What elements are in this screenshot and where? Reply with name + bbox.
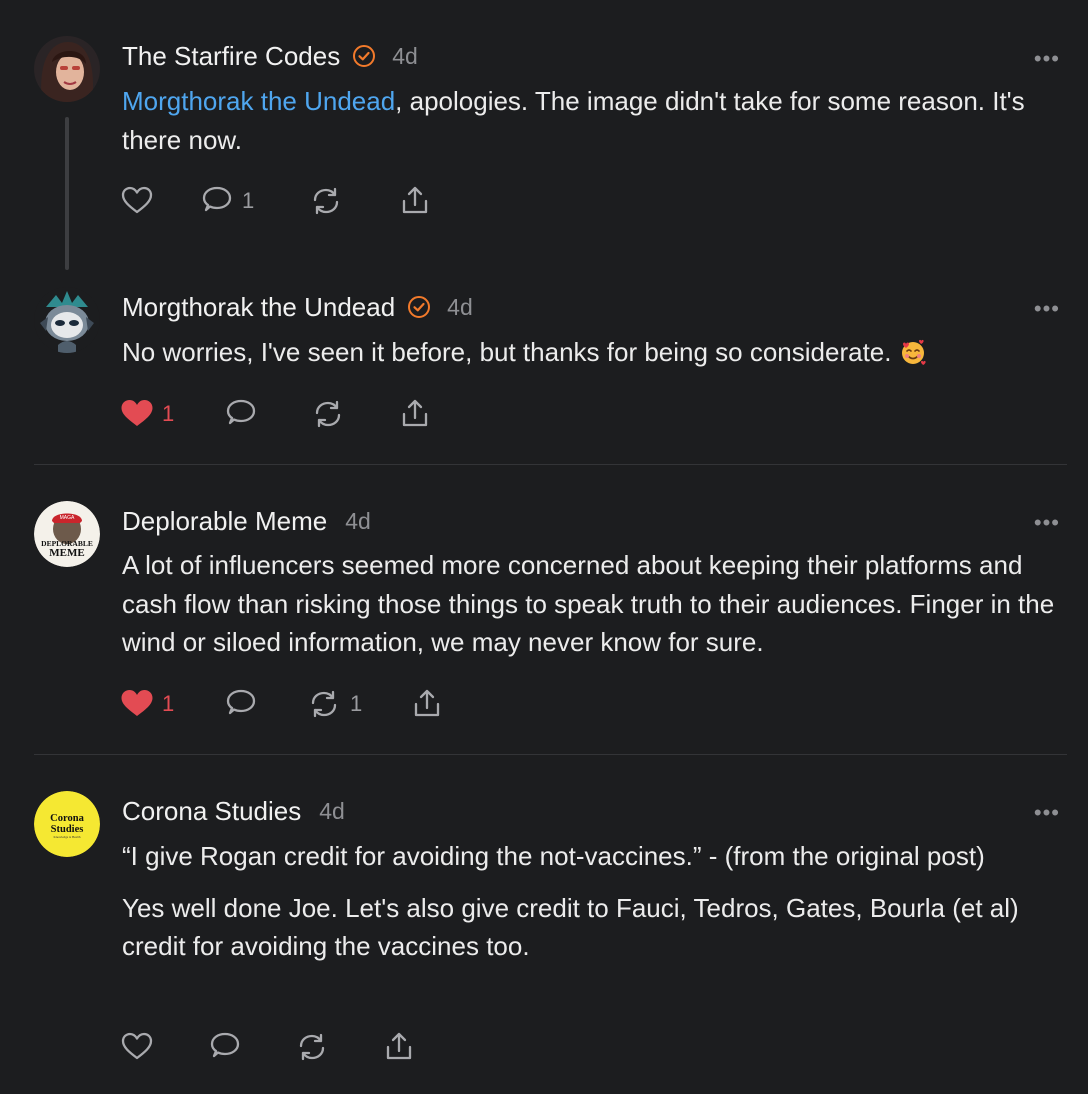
author-name[interactable]: Deplorable Meme [122,506,327,537]
share-icon [386,1032,412,1060]
avatar-text-2: Studies [51,824,84,835]
thread-line [65,117,69,270]
restack-button[interactable] [308,183,352,219]
share-button[interactable] [398,183,432,219]
timestamp[interactable]: 4d [319,798,345,825]
avatar-image: MAGA DEPLORABLE MEME [34,501,100,567]
author-name[interactable]: Corona Studies [122,796,301,827]
comment-paragraph: Yes well done Joe. Let's also give credi… [122,892,1019,962]
restack-icon [313,187,339,215]
comment-header: Corona Studies 4d [122,793,345,829]
avatar-photo [34,36,100,102]
like-count: 1 [162,401,175,426]
comment-body: A lot of influencers seemed more concern… [122,546,1067,662]
avatar-text-3: Knowledge is Health [54,835,81,839]
like-count: 1 [162,691,175,716]
verified-badge-icon [353,45,376,67]
reply-button[interactable]: 1 [200,183,254,219]
comment-text: A lot of influencers seemed more concern… [122,550,1055,657]
share-icon [402,186,428,214]
like-button[interactable]: 1 [120,686,174,722]
restack-icon [315,400,341,428]
avatar[interactable] [34,287,100,353]
like-button[interactable]: 1 [120,396,174,432]
author-name[interactable]: The Starfire Codes [122,41,340,72]
avatar[interactable]: MAGA DEPLORABLE MEME [34,501,100,567]
heart-filled-icon [121,690,153,716]
comment-header: Morgthorak the Undead 4d [122,289,473,325]
comment-icon [210,1032,240,1058]
comment-paragraph: “I give Rogan credit for avoiding the no… [122,841,985,871]
share-icon [402,399,428,427]
comment-body: No worries, I've seen it before, but tha… [122,333,1067,372]
heart-icon [121,186,153,214]
comment-icon [226,689,256,715]
restack-icon [311,690,337,718]
smiling-face-with-hearts-icon [901,339,926,365]
restack-count: 1 [350,691,363,716]
avatar-hat-text: MAGA [60,515,75,521]
restack-button[interactable] [310,396,346,432]
comment-header: Deplorable Meme 4d [122,503,371,539]
restack-button[interactable]: 1 [306,686,362,722]
heart-filled-icon [121,400,153,426]
reply-button[interactable] [224,686,258,722]
comment-icon [226,399,256,425]
reply-count: 1 [242,188,255,213]
like-button[interactable] [120,183,162,219]
avatar-text-2: MEME [49,547,84,559]
divider [34,754,1067,755]
comment-body: Morgthorak the Undead, apologies. The im… [122,82,1067,159]
more-options-icon[interactable]: ••• [1034,800,1060,826]
like-button[interactable] [120,1029,154,1065]
verified-badge-icon [408,296,431,318]
timestamp[interactable]: 4d [447,294,473,321]
comment-body: “I give Rogan credit for avoiding the no… [122,837,1067,966]
share-button[interactable] [382,1029,416,1065]
more-options-icon[interactable]: ••• [1034,296,1060,322]
timestamp[interactable]: 4d [345,508,371,535]
heart-icon [121,1032,153,1060]
restack-button[interactable] [294,1029,330,1065]
timestamp[interactable]: 4d [392,43,418,70]
comment-header: The Starfire Codes 4d [122,38,418,74]
avatar-image: Corona Studies Knowledge is Health [34,791,100,857]
avatar[interactable]: Corona Studies Knowledge is Health [34,791,100,857]
share-button[interactable] [410,686,444,722]
reply-button[interactable] [224,396,258,432]
share-button[interactable] [398,396,432,432]
author-name[interactable]: Morgthorak the Undead [122,292,395,323]
avatar-image [34,287,100,353]
restack-icon [299,1033,325,1061]
comment-text: No worries, I've seen it before, but tha… [122,337,892,367]
share-icon [414,689,440,717]
reply-button[interactable] [208,1029,242,1065]
more-options-icon[interactable]: ••• [1034,46,1060,72]
avatar-text-1: Corona [50,813,84,824]
mention-link[interactable]: Morgthorak the Undead [122,86,395,116]
divider [34,464,1067,465]
avatar[interactable] [34,36,100,102]
more-options-icon[interactable]: ••• [1034,510,1060,536]
comment-icon [202,186,232,212]
